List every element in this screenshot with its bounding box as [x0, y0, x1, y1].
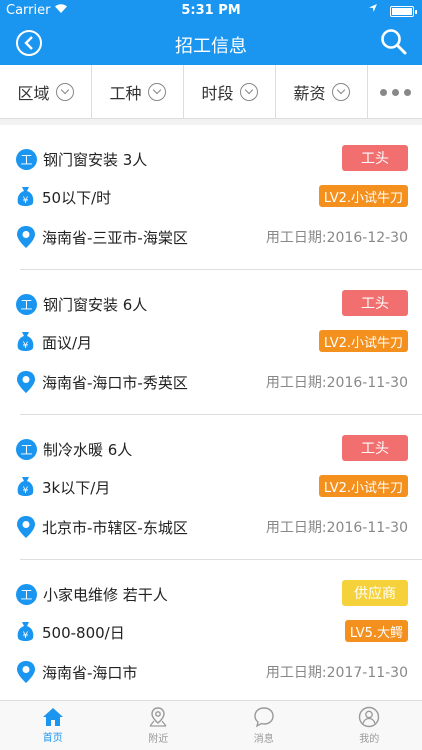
money-bag-icon: ¥ [16, 186, 35, 208]
tab-bar: 首页 附近 消息 我的 [0, 700, 422, 750]
level-tag: LV2.小试牛刀 [318, 475, 408, 497]
tab-messages[interactable]: 消息 [211, 701, 317, 750]
page-title: 招工信息 [175, 36, 247, 57]
tab-home-label: 首页 [42, 733, 63, 744]
chevron-down-icon [239, 83, 258, 101]
filter-bar: 区域 工种 时段 薪资 [0, 65, 422, 119]
location-pin-icon [17, 516, 35, 538]
chevron-down-icon [55, 83, 74, 101]
more-dot-icon [403, 88, 411, 96]
battery-icon [390, 6, 417, 17]
status-bar: Carrier 5:31 PM [0, 0, 422, 22]
tab-messages-label: 消息 [253, 734, 274, 745]
yen-glyph: ¥ [23, 486, 29, 496]
level-tag: LV5.大鳄 [344, 620, 408, 642]
job-card[interactable]: 工 制冷水暖 6人 工头 ¥ 3k以下/月 LV2.小试牛刀 北京市-市辖区-东… [0, 415, 422, 560]
tab-profile[interactable]: 我的 [317, 701, 422, 750]
role-tag: 工头 [342, 435, 408, 461]
job-type-icon: 工 [16, 293, 37, 315]
filter-region-label: 区域 [17, 84, 50, 103]
job-date: 用工日期:2016-11-30 [265, 375, 408, 391]
location-arrow-icon [368, 3, 378, 16]
user-icon [359, 706, 380, 728]
more-dot-icon [379, 88, 387, 96]
job-card[interactable]: 工 钢门窗安装 6人 工头 ¥ 面议/月 LV2.小试牛刀 海南省-海口市-秀英… [0, 270, 422, 415]
money-bag-icon: ¥ [16, 476, 35, 498]
yen-glyph: ¥ [23, 631, 29, 641]
job-date: 用工日期:2017-11-30 [265, 665, 408, 681]
level-tag: LV2.小试牛刀 [318, 330, 408, 352]
job-date: 用工日期:2016-11-30 [265, 520, 408, 536]
job-card[interactable]: 工 小家电维修 若干人 供应商 ¥ 500-800/日 LV5.大鳄 海南省-海… [0, 560, 422, 700]
tab-home[interactable]: 首页 [0, 701, 106, 750]
chevron-down-icon [331, 83, 350, 101]
filter-salary[interactable]: 薪资 [276, 65, 368, 119]
filter-region[interactable]: 区域 [0, 65, 92, 119]
yen-glyph: ¥ [23, 341, 29, 351]
job-date: 用工日期:2016-12-30 [265, 230, 408, 246]
filter-time-label: 时段 [201, 84, 234, 103]
money-bag-icon: ¥ [16, 331, 35, 353]
location-pin-icon [17, 661, 35, 683]
tab-nearby[interactable]: 附近 [106, 701, 212, 750]
tab-profile-label: 我的 [359, 734, 380, 745]
filter-trade[interactable]: 工种 [92, 65, 184, 119]
more-dot-icon [391, 88, 399, 96]
job-type-icon: 工 [16, 583, 37, 605]
role-tag: 供应商 [342, 580, 408, 606]
job-type-icon: 工 [16, 148, 37, 170]
yen-glyph: ¥ [23, 196, 29, 206]
status-time: 5:31 PM [181, 3, 241, 18]
location-pin-icon [17, 226, 35, 248]
job-card[interactable]: 工 钢门窗安装 3人 工头 ¥ 50以下/时 LV2.小试牛刀 海南省-三亚市-… [0, 125, 422, 270]
nav-bar: 招工信息 [0, 22, 422, 65]
money-bag-icon: ¥ [16, 621, 35, 643]
job-list: 工 钢门窗安装 3人 工头 ¥ 50以下/时 LV2.小试牛刀 海南省-三亚市-… [0, 125, 422, 700]
level-tag: LV2.小试牛刀 [318, 185, 408, 207]
filter-time[interactable]: 时段 [184, 65, 276, 119]
search-button[interactable] [380, 28, 408, 60]
home-icon [42, 708, 63, 726]
filter-trade-label: 工种 [109, 84, 142, 103]
tab-nearby-label: 附近 [148, 734, 169, 745]
chat-bubble-icon [254, 707, 274, 728]
map-pin-icon [149, 707, 167, 727]
more-filters-button[interactable] [368, 65, 422, 119]
role-tag: 工头 [342, 145, 408, 171]
job-type-icon: 工 [16, 438, 37, 460]
role-tag: 工头 [342, 290, 408, 316]
location-pin-icon [17, 371, 35, 393]
chevron-down-icon [147, 83, 166, 101]
search-icon [381, 29, 407, 55]
filter-salary-label: 薪资 [293, 84, 326, 103]
